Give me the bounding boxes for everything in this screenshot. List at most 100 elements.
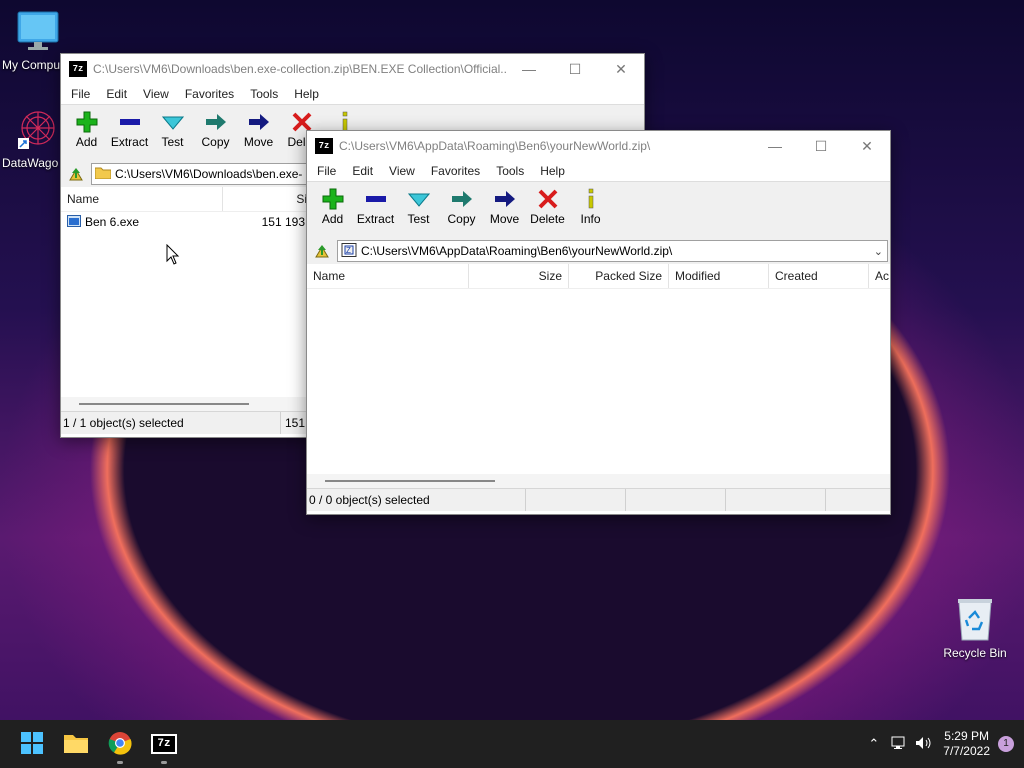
check-icon	[407, 188, 430, 210]
menu-favorites[interactable]: Favorites	[177, 87, 242, 101]
7zip-app-icon: 7z	[315, 138, 333, 154]
status-bar: 0 / 0 object(s) selected	[307, 488, 890, 511]
copy-button[interactable]: Copy	[440, 182, 483, 226]
menu-tools[interactable]: Tools	[242, 87, 286, 101]
7zip-app-icon: 7z	[69, 61, 87, 77]
clock[interactable]: 5:29 PM 7/7/2022	[943, 729, 990, 759]
column-headers: Name Size Packed Size Modified Created A…	[307, 264, 890, 289]
copy-button[interactable]: Copy	[194, 105, 237, 149]
7zip-taskbar-button[interactable]: 7z	[142, 722, 186, 766]
test-button[interactable]: Test	[151, 105, 194, 149]
minus-icon	[119, 111, 141, 133]
chrome-button[interactable]	[98, 722, 142, 766]
window-title: C:\Users\VM6\Downloads\ben.exe-collectio…	[93, 62, 506, 76]
path-text: C:\Users\VM6\AppData\Roaming\Ben6\yourNe…	[361, 244, 673, 258]
title-bar[interactable]: 7z C:\Users\VM6\AppData\Roaming\Ben6\you…	[307, 131, 890, 161]
front-7zip-window[interactable]: 7z C:\Users\VM6\AppData\Roaming\Ben6\you…	[306, 130, 891, 515]
column-accessed[interactable]: Ac	[869, 264, 889, 288]
zip-archive-icon: Z	[341, 242, 357, 260]
column-created[interactable]: Created	[769, 264, 869, 288]
menu-tools[interactable]: Tools	[488, 164, 532, 178]
datawagon-shortcut-icon	[16, 108, 60, 152]
file-list[interactable]	[307, 289, 890, 488]
file-name: Ben 6.exe	[85, 215, 140, 229]
scrollbar-thumb[interactable]	[325, 480, 495, 482]
up-arrow-icon	[315, 245, 329, 258]
start-button[interactable]	[10, 722, 54, 766]
file-explorer-button[interactable]	[54, 722, 98, 766]
close-button[interactable]: ✕	[844, 131, 890, 161]
window-title: C:\Users\VM6\AppData\Roaming\Ben6\yourNe…	[339, 139, 651, 153]
status-modified	[626, 489, 726, 511]
scrollbar-thumb[interactable]	[79, 403, 249, 405]
extract-button[interactable]: Extract	[354, 182, 397, 226]
maximize-button[interactable]: ☐	[798, 131, 844, 161]
add-button[interactable]: Add	[65, 105, 108, 149]
info-button[interactable]: Info	[569, 182, 612, 226]
desktop-icon-label: Recycle Bin	[943, 646, 1007, 660]
volume-icon[interactable]	[915, 736, 933, 753]
system-tray: ⌃ 5:29 PM 7/7/2022 1	[868, 720, 1024, 768]
move-button[interactable]: Move	[483, 182, 526, 226]
test-button[interactable]: Test	[397, 182, 440, 226]
menu-view[interactable]: View	[135, 87, 177, 101]
column-packed-size[interactable]: Packed Size	[569, 264, 669, 288]
menu-bar: File Edit View Favorites Tools Help	[307, 161, 890, 181]
chrome-icon	[108, 731, 132, 758]
close-button[interactable]: ✕	[598, 54, 644, 84]
7zip-icon: 7z	[151, 734, 177, 754]
minus-icon	[365, 188, 387, 210]
move-button[interactable]: Move	[237, 105, 280, 149]
title-bar[interactable]: 7z C:\Users\VM6\Downloads\ben.exe-collec…	[61, 54, 644, 84]
menu-edit[interactable]: Edit	[344, 164, 381, 178]
time-text: 5:29 PM	[944, 729, 989, 743]
copy-arrow-icon	[451, 188, 473, 210]
minimize-button[interactable]: —	[506, 54, 552, 84]
up-folder-button[interactable]	[311, 240, 333, 262]
maximize-button[interactable]: ☐	[552, 54, 598, 84]
menu-bar: File Edit View Favorites Tools Help	[61, 84, 644, 104]
move-arrow-icon	[248, 111, 270, 133]
date-text: 7/7/2022	[943, 744, 990, 758]
info-icon	[580, 188, 602, 210]
status-extra	[726, 489, 826, 511]
column-name[interactable]: Name	[61, 187, 223, 211]
svg-text:Z: Z	[346, 246, 351, 255]
x-icon	[537, 188, 559, 210]
exe-file-icon	[67, 214, 81, 230]
chevron-down-icon[interactable]: ⌄	[874, 245, 883, 258]
plus-icon	[76, 111, 98, 133]
column-name[interactable]: Name	[307, 264, 469, 288]
add-button[interactable]: Add	[311, 182, 354, 226]
minimize-button[interactable]: —	[752, 131, 798, 161]
info-button[interactable]	[323, 105, 366, 133]
column-size[interactable]: Size	[469, 264, 569, 288]
menu-file[interactable]: File	[63, 87, 98, 101]
menu-edit[interactable]: Edit	[98, 87, 135, 101]
address-bar: Z C:\Users\VM6\AppData\Roaming\Ben6\your…	[307, 238, 890, 264]
menu-favorites[interactable]: Favorites	[423, 164, 488, 178]
up-folder-button[interactable]	[65, 163, 87, 185]
menu-file[interactable]: File	[309, 164, 344, 178]
desktop-icon-recycle-bin[interactable]: Recycle Bin	[937, 596, 1013, 660]
column-size[interactable]: Si	[223, 187, 313, 211]
move-arrow-icon	[494, 188, 516, 210]
folder-icon	[94, 166, 112, 182]
horizontal-scrollbar[interactable]	[307, 474, 890, 488]
file-explorer-icon	[63, 732, 89, 757]
menu-help[interactable]: Help	[286, 87, 327, 101]
mouse-cursor-icon	[166, 243, 180, 269]
status-selection: 0 / 0 object(s) selected	[307, 489, 526, 511]
path-field[interactable]: Z C:\Users\VM6\AppData\Roaming\Ben6\your…	[337, 240, 888, 262]
file-size: 151 193 0	[261, 215, 315, 229]
notification-badge[interactable]: 1	[998, 736, 1014, 752]
status-selection: 1 / 1 object(s) selected	[61, 412, 281, 434]
column-modified[interactable]: Modified	[669, 264, 769, 288]
running-indicator	[117, 761, 123, 764]
extract-button[interactable]: Extract	[108, 105, 151, 149]
menu-view[interactable]: View	[381, 164, 423, 178]
menu-help[interactable]: Help	[532, 164, 573, 178]
delete-button[interactable]: Delete	[526, 182, 569, 226]
chevron-up-icon[interactable]: ⌃	[868, 736, 879, 752]
network-icon[interactable]	[891, 736, 907, 753]
